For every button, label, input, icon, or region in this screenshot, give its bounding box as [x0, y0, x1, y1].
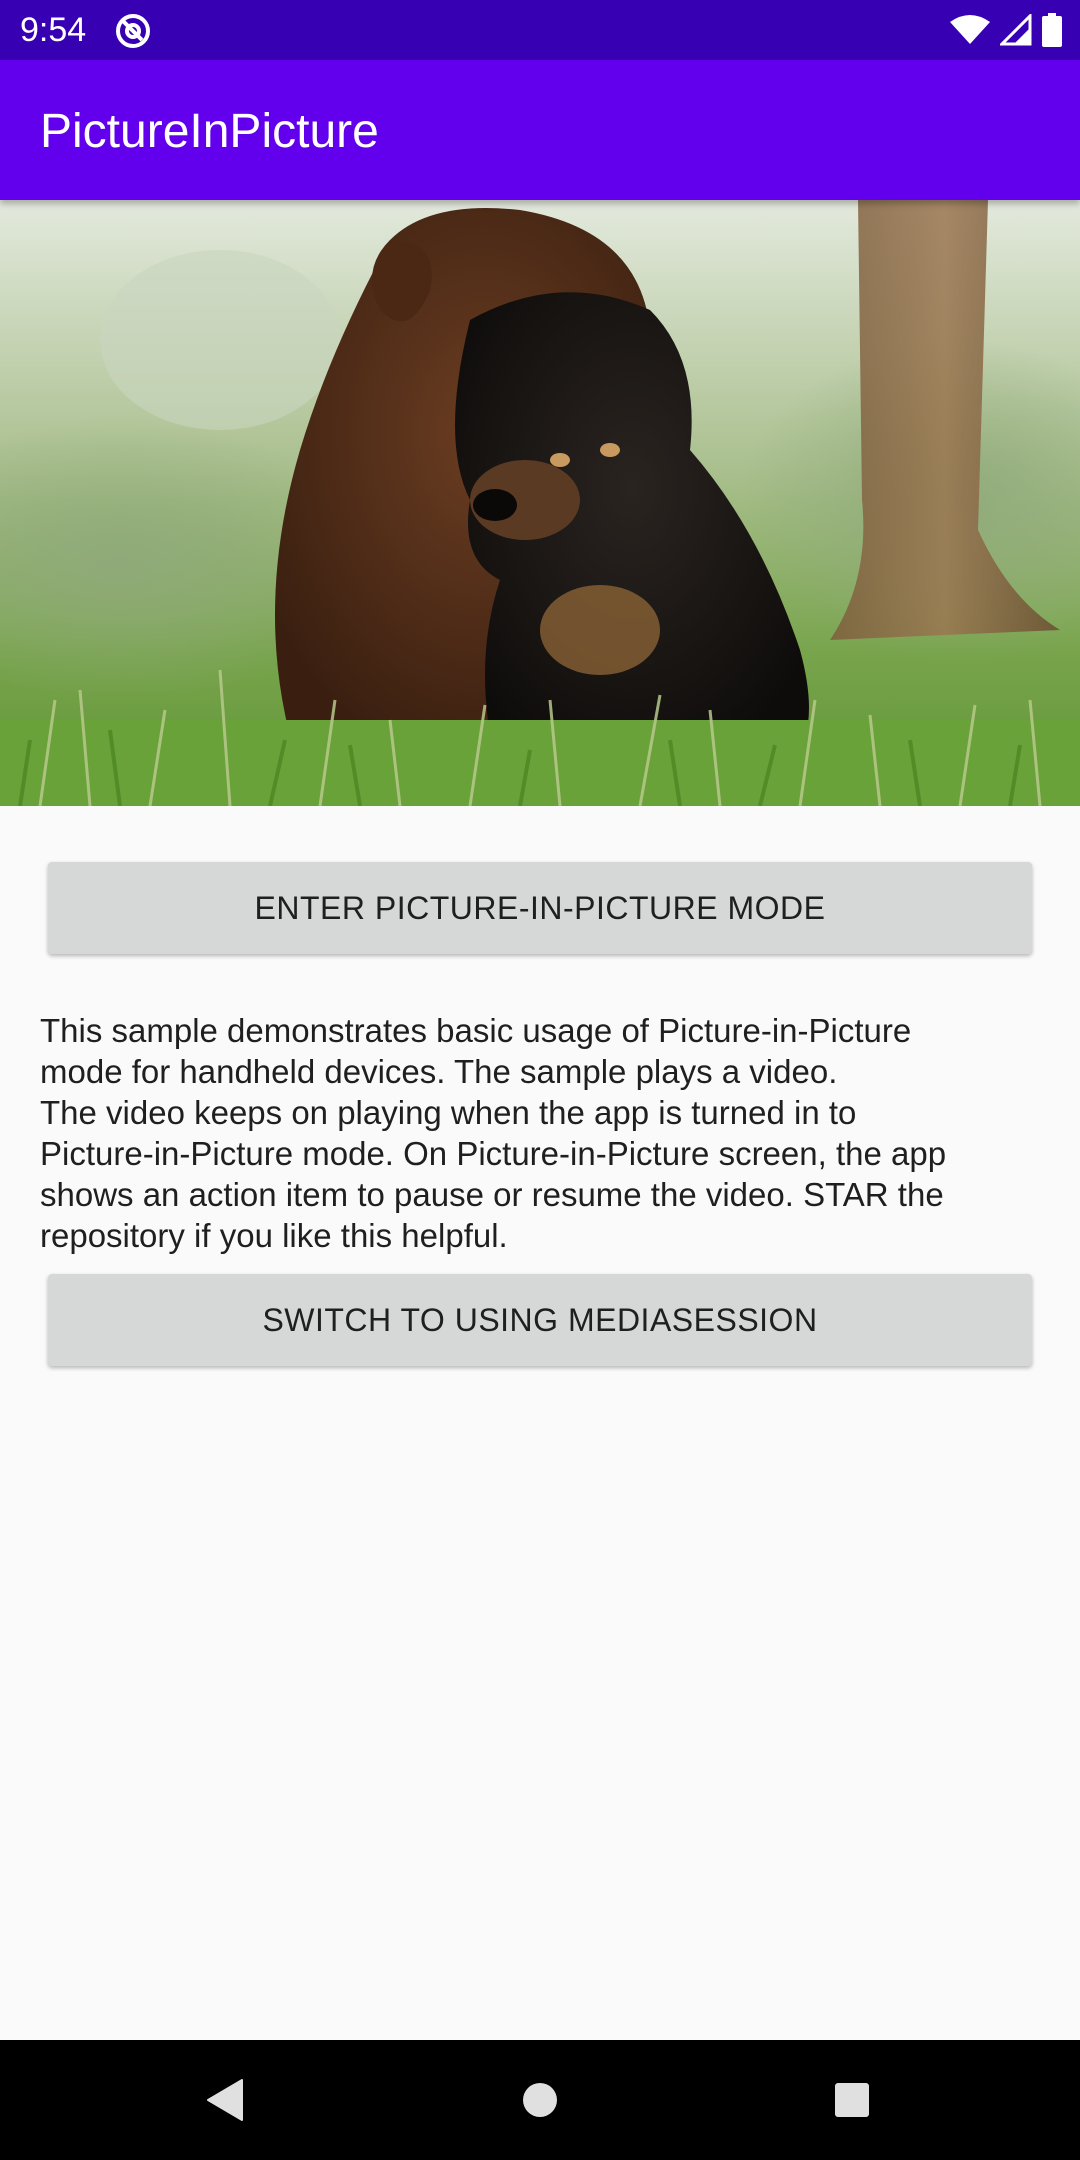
- recents-icon[interactable]: [822, 2070, 882, 2130]
- description-line: repository if you like this helpful.: [40, 1217, 508, 1254]
- description-text: This sample demonstrates basic usage of …: [40, 1010, 1050, 1256]
- video-player[interactable]: [0, 200, 1080, 806]
- video-frame-image: [0, 200, 1080, 806]
- description-line: Picture-in-Picture mode. On Picture-in-P…: [40, 1135, 947, 1172]
- description-line: shows an action item to pause or resume …: [40, 1176, 944, 1213]
- navigation-bar: [0, 2040, 1080, 2160]
- description-line: This sample demonstrates basic usage of …: [40, 1012, 912, 1049]
- description-line: mode for handheld devices. The sample pl…: [40, 1053, 838, 1090]
- status-bar: 9:54: [0, 0, 1080, 60]
- description-line: The video keeps on playing when the app …: [40, 1094, 857, 1131]
- at-sign-icon: [114, 12, 152, 50]
- switch-mediasession-button[interactable]: SWITCH TO USING MEDIASESSION: [48, 1274, 1032, 1366]
- enter-pip-button[interactable]: ENTER PICTURE-IN-PICTURE MODE: [48, 862, 1032, 954]
- back-icon[interactable]: [196, 2070, 256, 2130]
- battery-icon: [1042, 13, 1062, 47]
- status-icons: [950, 12, 1062, 48]
- cellular-signal-icon: [1000, 14, 1032, 46]
- home-icon[interactable]: [510, 2070, 570, 2130]
- app-title: PictureInPicture: [40, 105, 379, 158]
- wifi-icon: [950, 15, 990, 44]
- app-bar: PictureInPicture: [0, 60, 1080, 200]
- status-time: 9:54: [20, 11, 87, 49]
